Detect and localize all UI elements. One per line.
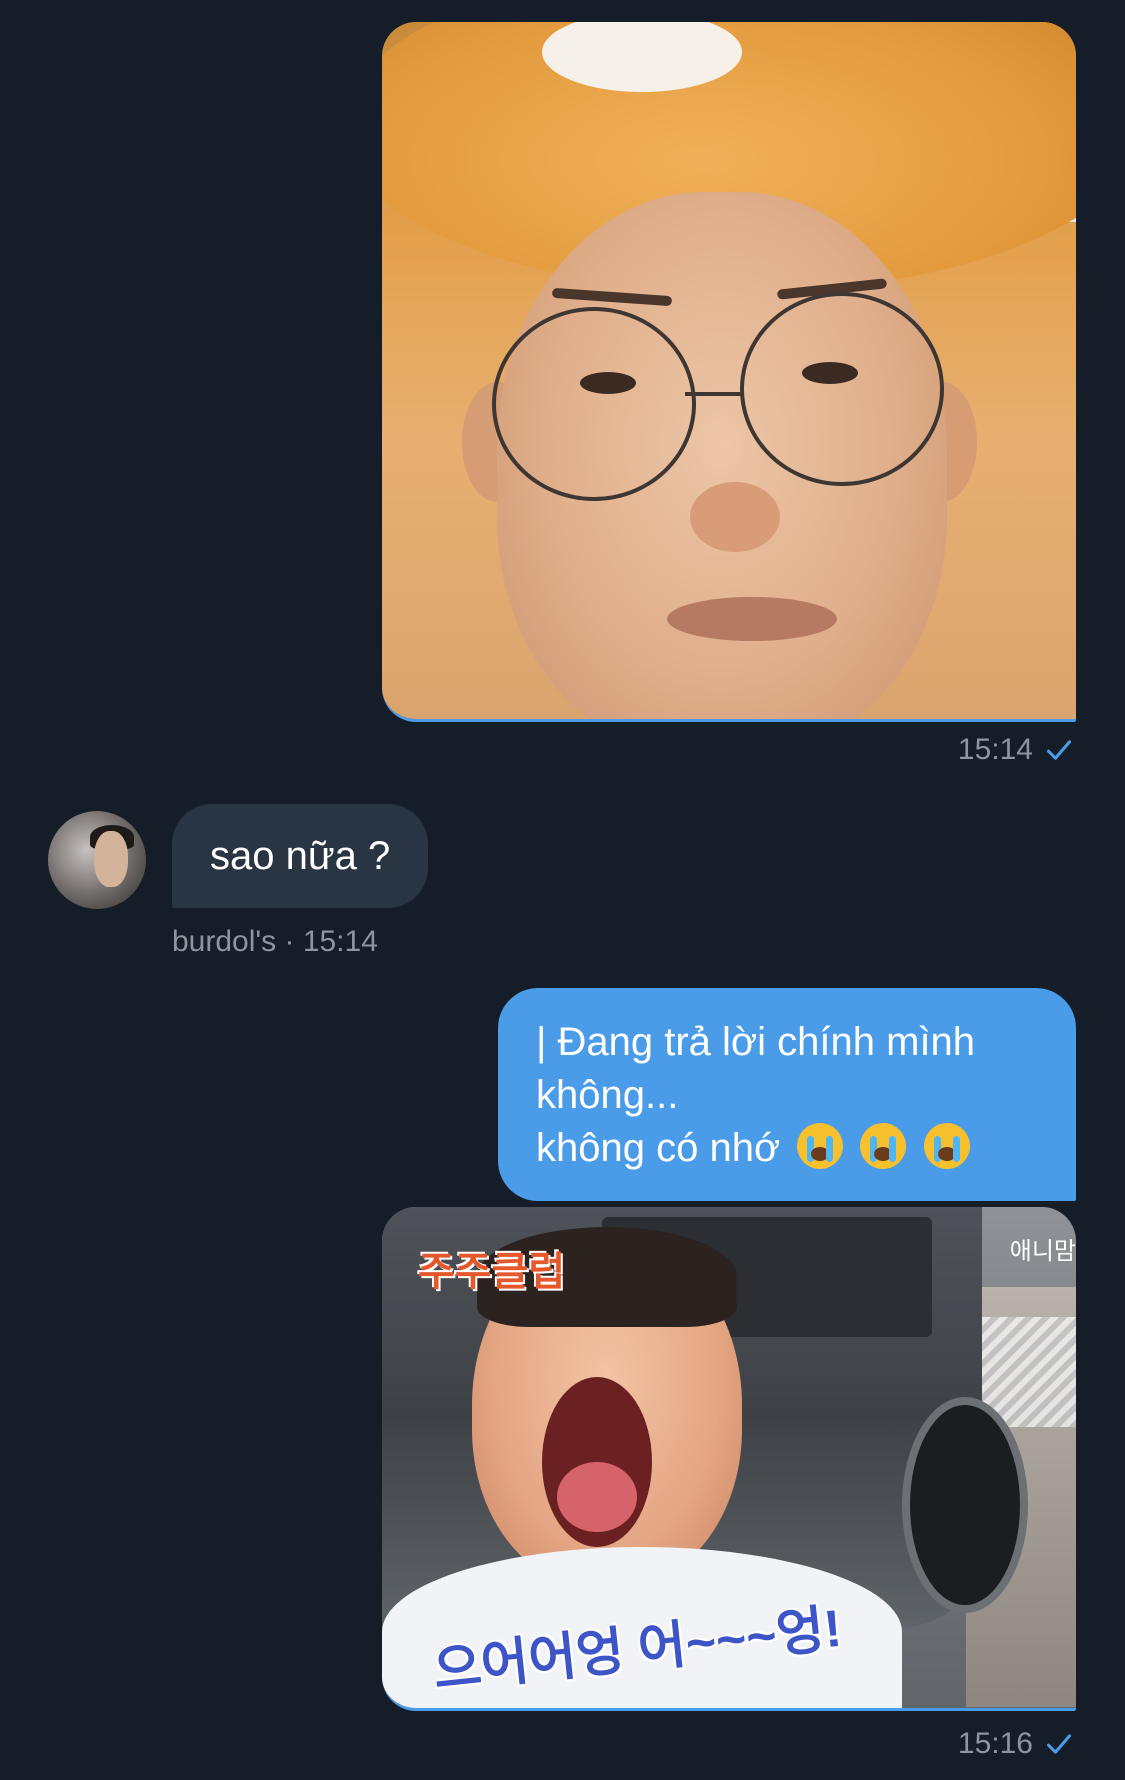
message-line: không có nhớ <box>536 1126 781 1170</box>
sender-name: burdol's <box>172 925 277 958</box>
message-time: 15:14 <box>957 733 1033 766</box>
received-message-bubble[interactable]: sao nữa ? <box>172 804 429 908</box>
sent-photo-message[interactable]: 주주클럽 애니맘 으어어엉 어~~~엉! <box>382 1207 1076 1711</box>
photo-glasses-left-lens <box>492 307 696 501</box>
photo-lips <box>667 597 837 641</box>
photo-watermark: 애니맘 <box>1009 1238 1076 1265</box>
loudly-crying-face-icon <box>923 1123 970 1169</box>
sent-photo-message[interactable] <box>382 22 1076 722</box>
avatar[interactable] <box>48 811 146 909</box>
sent-message-bubble[interactable]: | Đang trả lời chính mình không... không… <box>498 988 1076 1201</box>
message-line: | Đang trả lời chính mình <box>536 1020 976 1064</box>
photo-nose <box>690 482 780 552</box>
photo-glasses-right-lens <box>740 292 944 486</box>
photo-child-tongue <box>557 1462 637 1532</box>
check-icon <box>1046 740 1072 760</box>
message-meta: 15:16 <box>958 1727 1073 1761</box>
message-text: sao nữa ? <box>210 833 391 878</box>
photo-car-wheel <box>902 1397 1028 1613</box>
photo-glasses-bridge <box>685 392 743 396</box>
avatar-figure <box>94 831 128 887</box>
loudly-crying-face-icon <box>860 1123 907 1169</box>
message-time: 15:16 <box>957 1727 1033 1760</box>
message-meta: 15:14 <box>958 733 1073 767</box>
message-time: 15:14 <box>302 925 378 958</box>
chat-thread: 15:14 sao nữa ? burdol's · 15:14 | Đang … <box>0 0 1125 1780</box>
check-icon <box>1046 1734 1072 1754</box>
loudly-crying-face-icon <box>797 1123 844 1169</box>
message-line: không... <box>536 1073 679 1117</box>
meta-separator: · <box>284 925 295 958</box>
photo-logo-text: 주주클럽 <box>418 1250 566 1294</box>
received-message-meta: burdol's · 15:14 <box>172 925 378 959</box>
